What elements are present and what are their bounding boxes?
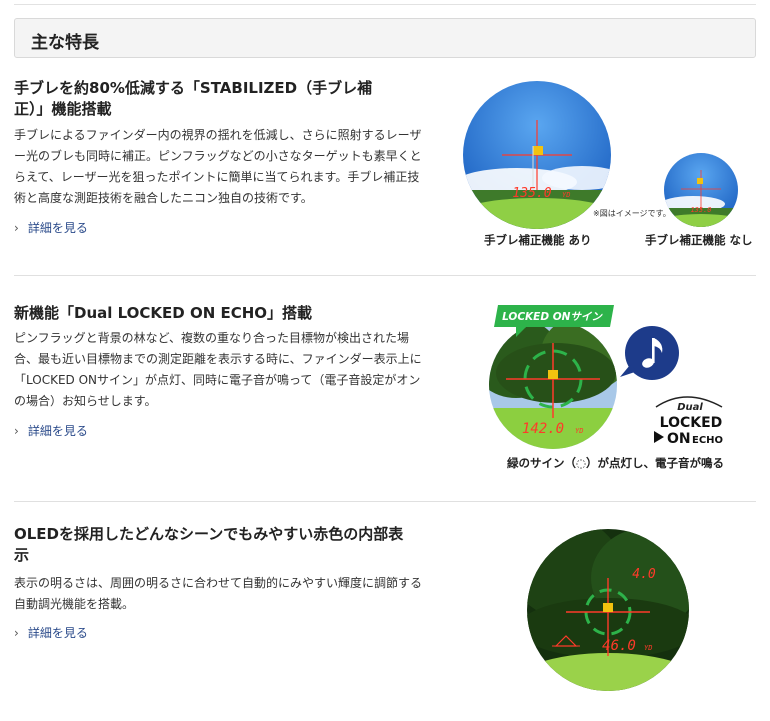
chevron-right-icon: › (14, 221, 19, 235)
details-link-label: 詳細を見る (27, 424, 88, 438)
height-readout: 4.0 (632, 567, 656, 582)
stabilizer-off-view: 135.0 (664, 153, 738, 227)
distance-readout: 46.0 (602, 638, 636, 654)
details-link-label: 詳細を見る (27, 626, 88, 640)
oled-display-view: 4.0 46.0 YD (527, 529, 689, 691)
distance-readout: 135.0 (512, 186, 551, 201)
distance-readout-small: 135.0 (690, 206, 711, 214)
desc-line: の場合）お知らせします。 (14, 394, 157, 408)
feature-title-line: 正）」機能搭載 (14, 100, 112, 118)
desc-line: 術と高度な測距技術を融合したニコン独自の技術です。 (14, 191, 313, 205)
feature-title-locked-on: 新機能「Dual LOCKED ON ECHO」搭載 (14, 303, 434, 324)
logo-locked: LOCKED (660, 415, 723, 431)
desc-line: らえて、レーザー光を狙ったポイントに簡単に当てられます。手ブレ補正技 (14, 170, 420, 184)
desc-line: 表示の明るさは、周囲の明るさに合わせて自動的にみやすい輝度に調節する (14, 576, 423, 590)
desc-line: 「LOCKED ONサイン」が点灯、同時に電子音が鳴って（電子音設定がオン (14, 373, 421, 387)
desc-line: 手ブレによるファインダー内の視界の揺れを低減し、さらに照射するレーザ (14, 128, 422, 142)
desc-line: 自動調光機能を搭載。 (14, 597, 135, 611)
feature-desc-stabilized: 手ブレによるファインダー内の視界の揺れを低減し、さらに照射するレーザ ー光のブレ… (14, 125, 439, 209)
desc-line: ピンフラッグと背景の林など、複数の重なり合った目標物が検出された場 (14, 331, 410, 345)
section-header: 主な特長 (14, 18, 756, 58)
stabilizer-on-view: 135.0 YD (463, 81, 611, 229)
unit-label: YD (575, 427, 583, 435)
feature-title-oled: OLEDを採用したどんなシーンでもみやすい赤色の内部表 示 (14, 524, 434, 566)
logo-dual: Dual (677, 402, 703, 413)
feature-desc-oled: 表示の明るさは、周囲の明るさに合わせて自動的にみやすい輝度に調節する 自動調光機… (14, 573, 439, 615)
caption-strong: なし (729, 233, 753, 247)
page-title: 主な特長 (31, 33, 99, 53)
feature-title-stabilized: 手ブレを約80%低減する「STABILIZED（手ブレ補 正）」機能搭載 (14, 78, 434, 120)
unit-label: YD (644, 644, 652, 652)
details-link-stabilized[interactable]: › 詳細を見る (14, 219, 88, 236)
logo-echo: ECHO (692, 435, 723, 446)
locked-on-echo-illustration: 142.0 YD LOCKED ONサイン Dual LOCKED ON ECH… (489, 305, 723, 449)
feature-title-line: 示 (14, 546, 30, 564)
feature-title-line: 新機能「Dual LOCKED ON ECHO」搭載 (14, 304, 313, 322)
caption-text: 手ブレ補正機能 (484, 233, 569, 247)
chevron-right-icon: › (14, 424, 19, 438)
dual-locked-on-echo-logo: Dual LOCKED ON ECHO (654, 396, 723, 447)
top-rule (14, 4, 756, 5)
unit-label: YD (562, 191, 570, 199)
distance-readout: 142.0 (522, 421, 564, 437)
image-note: ※図はイメージです。 (593, 209, 671, 218)
feature-title-line: OLEDを採用したどんなシーンでもみやすい赤色の内部表 (14, 525, 404, 543)
details-link-locked-on[interactable]: › 詳細を見る (14, 422, 88, 439)
chevron-right-icon: › (14, 626, 19, 640)
desc-line: 合、最も近い目標物までの測定距離を表示する時に、ファインダー表示上に (14, 352, 422, 366)
feature-title-line: 手ブレを約80%低減する「STABILIZED（手ブレ補 (14, 79, 373, 97)
feature-desc-locked-on: ピンフラッグと背景の林など、複数の重なり合った目標物が検出された場 合、最も近い… (14, 328, 439, 412)
music-note-icon (620, 326, 679, 380)
logo-on: ON (667, 431, 691, 447)
section-divider (14, 501, 756, 502)
section-divider (14, 275, 756, 276)
details-link-oled[interactable]: › 詳細を見る (14, 624, 88, 641)
caption-text: 手ブレ補正機能 (645, 233, 730, 247)
banner-text: LOCKED ONサイン (502, 311, 603, 323)
caption-stabilizer-on: 手ブレ補正機能 あり (484, 232, 592, 248)
caption-stabilizer-off: 手ブレ補正機能 なし (645, 232, 753, 248)
caption-locked-on: 緑のサイン（◌）が点灯し、電子音が鳴る (507, 456, 725, 470)
desc-line: ー光のブレも同時に補正。ピンフラッグなどの小さなターゲットも素早くと (14, 149, 422, 163)
caption-strong: あり (568, 233, 592, 247)
details-link-label: 詳細を見る (27, 221, 88, 235)
